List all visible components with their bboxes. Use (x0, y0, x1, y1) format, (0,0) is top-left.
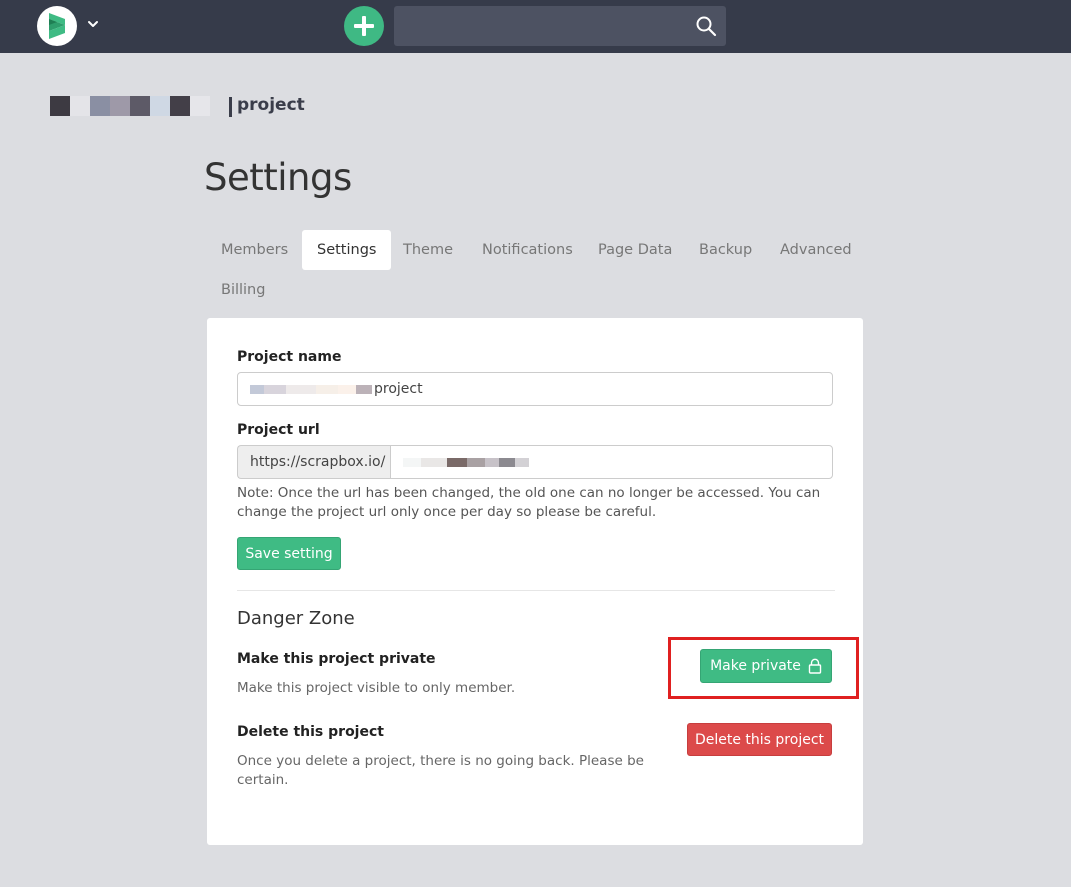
tab-members[interactable]: Members (206, 230, 303, 270)
page-title: Settings (204, 156, 352, 199)
search-box (394, 6, 726, 46)
search-input[interactable] (394, 6, 726, 46)
project-url-group: https://scrapbox.io/ (237, 445, 833, 479)
url-prefix: https://scrapbox.io/ (237, 445, 390, 479)
tab-settings[interactable]: Settings (302, 230, 392, 270)
tab-theme[interactable]: Theme (388, 230, 468, 270)
divider (237, 590, 835, 591)
add-page-button[interactable] (344, 6, 384, 46)
delete-project-button[interactable]: Delete this project (687, 723, 832, 756)
redacted-text (403, 457, 529, 467)
scrapbox-logo-icon[interactable] (37, 6, 77, 46)
highlight-annotation-box (668, 637, 859, 699)
project-url-input[interactable] (390, 445, 833, 479)
tab-backup[interactable]: Backup (684, 230, 767, 270)
project-url-label: Project url (237, 422, 320, 438)
url-change-note: Note: Once the url has been changed, the… (237, 485, 821, 520)
project-name-suffix: project (237, 95, 305, 115)
delete-project-description: Once you delete a project, there is no g… (237, 753, 644, 788)
save-setting-button[interactable]: Save setting (237, 537, 341, 570)
make-private-heading: Make this project private (237, 651, 436, 667)
text-cursor (229, 97, 232, 117)
chevron-down-icon[interactable] (85, 16, 101, 32)
make-private-description: Make this project visible to only member… (237, 680, 516, 696)
project-name-input[interactable]: project (237, 372, 833, 406)
plus-icon (354, 16, 374, 36)
delete-project-heading: Delete this project (237, 724, 384, 740)
redacted-text (250, 384, 372, 394)
project-name-value: project (374, 381, 423, 397)
settings-card: Project name project Project url https:/… (207, 318, 863, 845)
top-navbar (0, 0, 1071, 53)
tab-notifications[interactable]: Notifications (467, 230, 588, 270)
tab-page-data[interactable]: Page Data (583, 230, 687, 270)
tab-advanced[interactable]: Advanced (765, 230, 867, 270)
project-name-label: Project name (237, 349, 342, 365)
search-icon[interactable] (695, 15, 717, 37)
danger-zone-title: Danger Zone (237, 608, 355, 629)
tab-billing[interactable]: Billing (206, 270, 280, 310)
project-name-header[interactable]: project (229, 92, 305, 118)
